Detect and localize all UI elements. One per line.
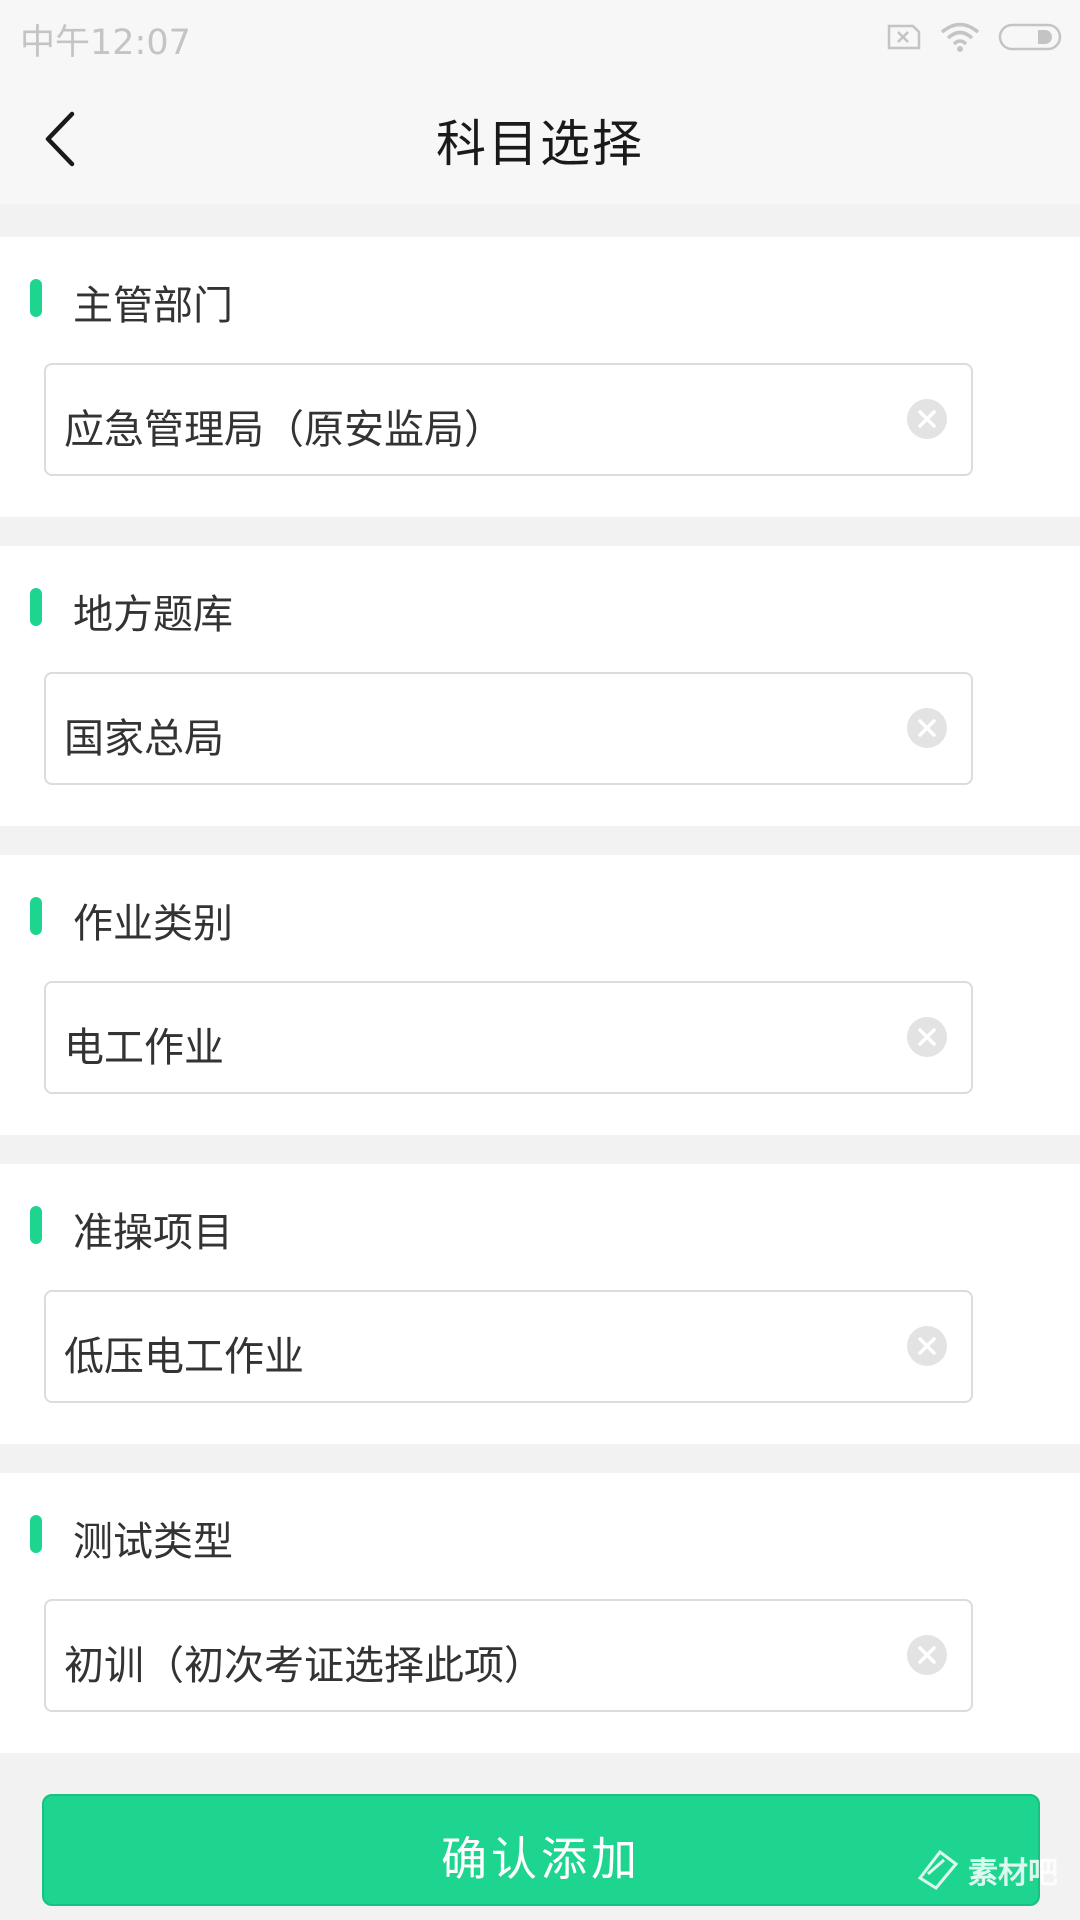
section-operation-item: 准操项目 低压电工作业 — [0, 1164, 1080, 1444]
section-marker — [30, 588, 42, 626]
clear-icon[interactable] — [907, 1326, 947, 1366]
status-icons — [886, 18, 1062, 56]
field-value: 低压电工作业 — [64, 1334, 304, 1380]
clear-icon[interactable] — [907, 399, 947, 439]
field-value: 应急管理局（原安监局） — [64, 407, 504, 453]
section-label: 地方题库 — [73, 592, 233, 638]
section-label: 作业类别 — [73, 901, 233, 947]
section-local-bank: 地方题库 国家总局 — [0, 546, 1080, 826]
work-category-select-field[interactable]: 电工作业 — [44, 981, 973, 1094]
clear-icon[interactable] — [907, 1635, 947, 1675]
clear-icon[interactable] — [907, 708, 947, 748]
confirm-add-label: 确认添加 — [441, 1832, 641, 1886]
wifi-icon — [940, 22, 980, 52]
section-marker — [30, 279, 42, 317]
section-marker — [30, 897, 42, 935]
field-value: 国家总局 — [64, 716, 224, 762]
operation-item-select-field[interactable]: 低压电工作业 — [44, 1290, 973, 1403]
page-title: 科目选择 — [436, 115, 644, 173]
clear-icon[interactable] — [907, 1017, 947, 1057]
section-marker — [30, 1206, 42, 1244]
sim-x-icon — [887, 24, 921, 50]
section-department: 主管部门 应急管理局（原安监局） — [0, 237, 1080, 517]
field-value: 电工作业 — [64, 1025, 224, 1071]
nav-bar: 科目选择 — [0, 74, 1080, 204]
battery-icon — [998, 23, 1062, 51]
section-marker — [30, 1515, 42, 1553]
section-test-type: 测试类型 初训（初次考证选择此项） — [0, 1473, 1080, 1753]
department-select-field[interactable]: 应急管理局（原安监局） — [44, 363, 973, 476]
watermark-logo-icon — [917, 1849, 959, 1890]
section-label: 准操项目 — [73, 1210, 233, 1256]
status-time: 中午12:07 — [20, 23, 191, 63]
section-work-category: 作业类别 电工作业 — [0, 855, 1080, 1135]
confirm-add-button[interactable]: 确认添加 — [42, 1794, 1040, 1906]
local-bank-select-field[interactable]: 国家总局 — [44, 672, 973, 785]
section-label: 主管部门 — [73, 283, 233, 329]
test-type-select-field[interactable]: 初训（初次考证选择此项） — [44, 1599, 973, 1712]
section-label: 测试类型 — [73, 1519, 233, 1565]
watermark: 素材吧 — [914, 1848, 1058, 1892]
watermark-text: 素材吧 — [968, 1856, 1058, 1891]
status-bar: 中午12:07 — [0, 0, 1080, 74]
field-value: 初训（初次考证选择此项） — [64, 1643, 544, 1689]
